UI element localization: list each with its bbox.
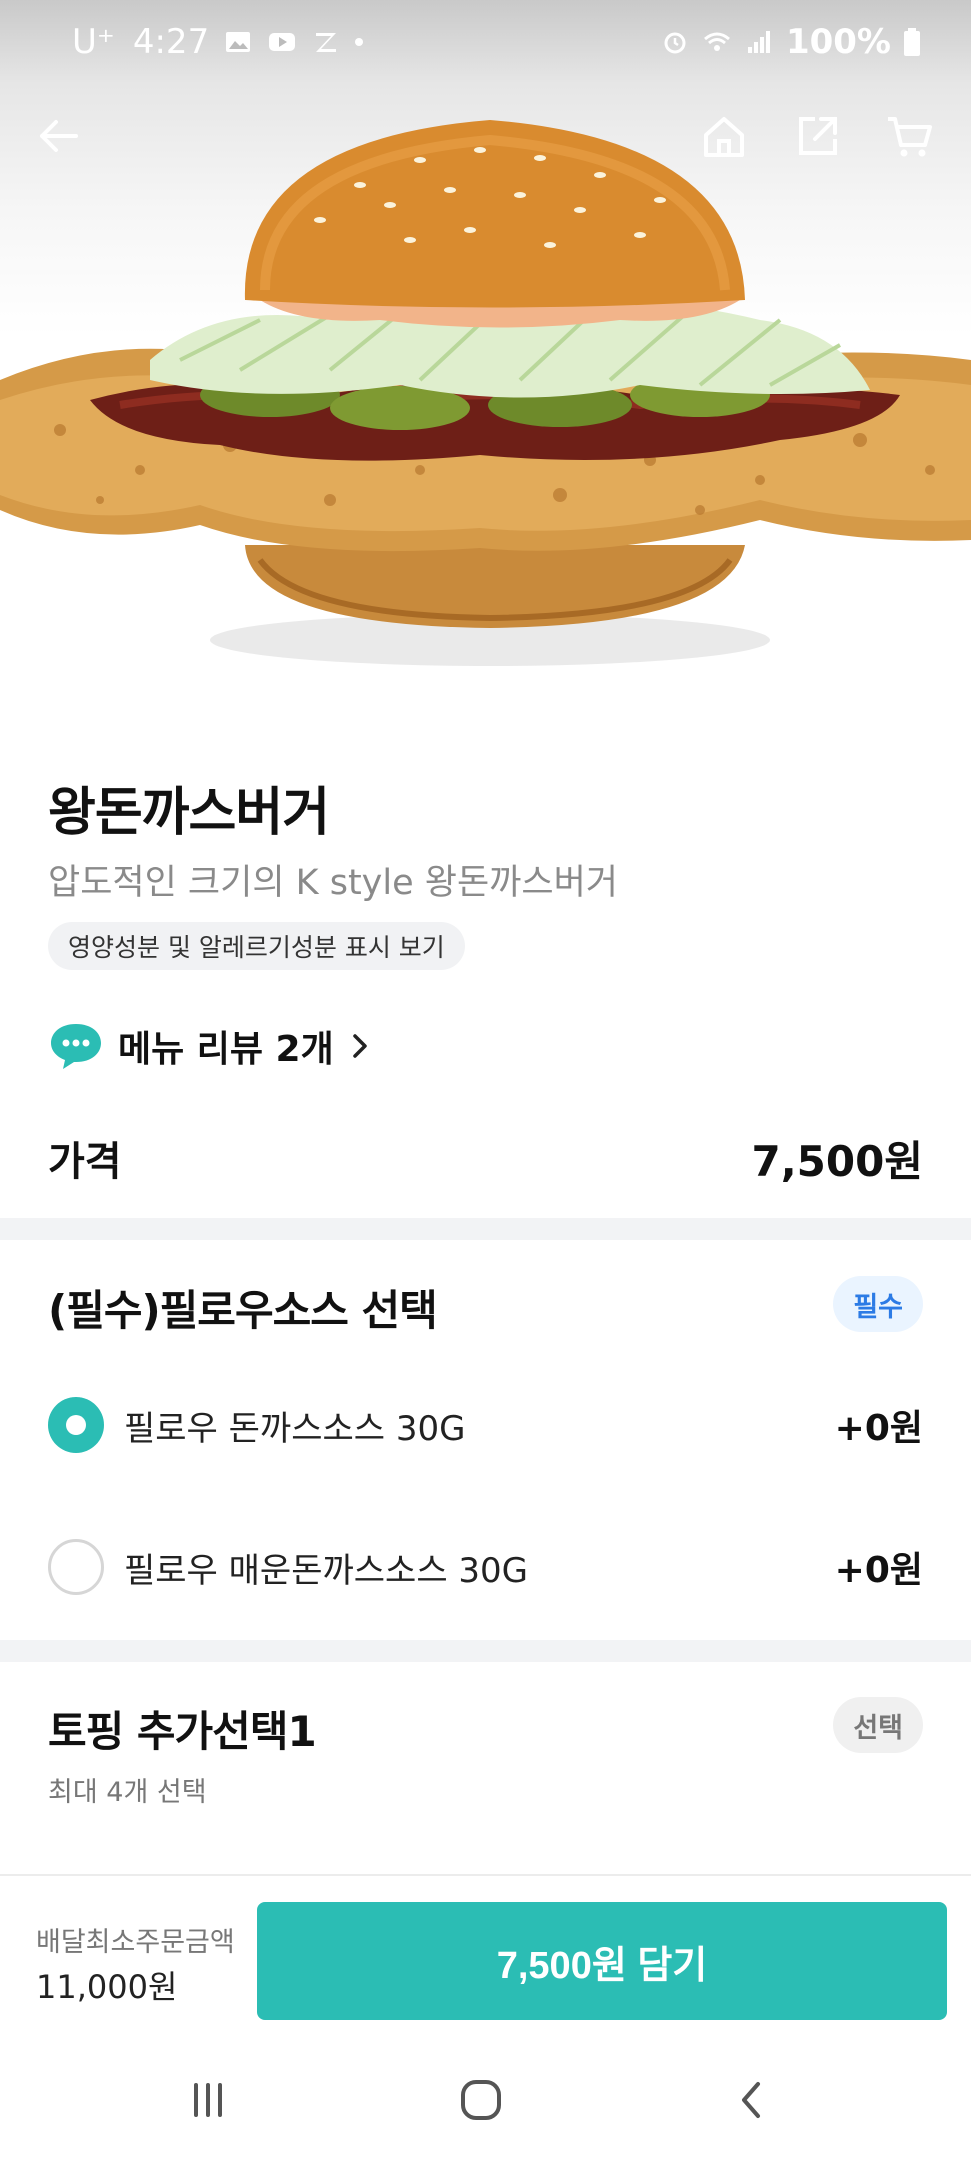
system-navigation-bar xyxy=(0,2040,971,2157)
z-app-icon xyxy=(316,33,337,52)
back-button[interactable] xyxy=(30,108,86,164)
status-bar: U⁺ 4:27 100% xyxy=(0,0,971,90)
sauce-section-title: (필수)필로우소스 선택 xyxy=(48,1286,438,1335)
product-description: 압도적인 크기의 K style 왕돈까스버거 xyxy=(48,863,618,903)
price-row: 가격 7,500원 xyxy=(48,1128,923,1188)
back-system-button[interactable] xyxy=(722,2070,782,2130)
home-icon xyxy=(704,117,744,157)
notification-dot-icon xyxy=(355,38,364,46)
burger-illustration xyxy=(0,120,971,666)
youtube-icon xyxy=(269,33,296,51)
review-count-label: 메뉴 리뷰 2개 xyxy=(118,1029,334,1070)
optional-badge: 선택 xyxy=(833,1697,923,1753)
cart-icon xyxy=(888,117,932,157)
add-to-cart-button[interactable]: 7,500원 담기 xyxy=(257,1902,947,2020)
chevron-right-icon xyxy=(352,1034,367,1058)
speech-bubble-icon xyxy=(51,1024,101,1069)
product-title: 왕돈까스버거 xyxy=(48,783,330,843)
back-chevron-icon xyxy=(742,2082,760,2118)
recent-apps-button[interactable] xyxy=(178,2070,238,2130)
price-value: 7,500원 xyxy=(751,1136,924,1186)
option-label: 필로우 돈까스소스 30G xyxy=(124,1408,466,1449)
alarm-icon xyxy=(664,32,686,54)
bottom-order-bar: 배달최소주문금액 11,000원 7,500원 담기 xyxy=(0,1874,971,2040)
menu-review-link[interactable]: 메뉴 리뷰 2개 xyxy=(48,1018,372,1074)
option-label: 필로우 매운돈까스소스 30G xyxy=(124,1550,529,1591)
min-order-label: 배달최소주문금액 xyxy=(36,1927,235,1958)
home-button[interactable] xyxy=(696,108,752,164)
section-divider xyxy=(0,1640,971,1662)
price-label: 가격 xyxy=(48,1139,122,1185)
gallery-icon xyxy=(226,32,251,52)
signal-icon xyxy=(747,31,770,53)
min-order-value: 11,000원 xyxy=(36,1968,178,2006)
required-badge: 필수 xyxy=(833,1276,923,1332)
topping-max-label: 최대 4개 선택 xyxy=(48,1777,207,1808)
clock: 4:27 xyxy=(132,22,210,62)
radio-button[interactable] xyxy=(48,1539,104,1595)
product-hero-image xyxy=(0,0,971,700)
cart-button[interactable] xyxy=(882,108,938,164)
back-arrow-icon xyxy=(40,120,78,152)
radio-button-selected[interactable] xyxy=(48,1397,104,1453)
share-icon xyxy=(799,117,837,155)
home-circle-icon xyxy=(461,2080,501,2120)
sauce-option-2[interactable]: 필로우 매운돈까스소스 30G +0원 xyxy=(48,1537,923,1597)
topping-section-title: 토핑 추가선택1 xyxy=(48,1707,317,1756)
battery-percentage: 100% xyxy=(785,22,891,62)
battery-icon xyxy=(904,28,920,56)
home-system-button[interactable] xyxy=(451,2070,511,2130)
section-divider xyxy=(0,1218,971,1240)
option-price: +0원 xyxy=(834,1550,923,1591)
carrier-label: U⁺ xyxy=(72,22,115,62)
nutrition-info-link[interactable]: 영양성분 및 알레르기성분 표시 보기 xyxy=(48,922,465,970)
wifi-icon xyxy=(703,32,730,51)
sauce-option-1[interactable]: 필로우 돈까스소스 30G +0원 xyxy=(48,1395,923,1455)
recent-apps-icon xyxy=(194,2083,222,2117)
share-button[interactable] xyxy=(790,108,846,164)
option-price: +0원 xyxy=(834,1408,923,1449)
